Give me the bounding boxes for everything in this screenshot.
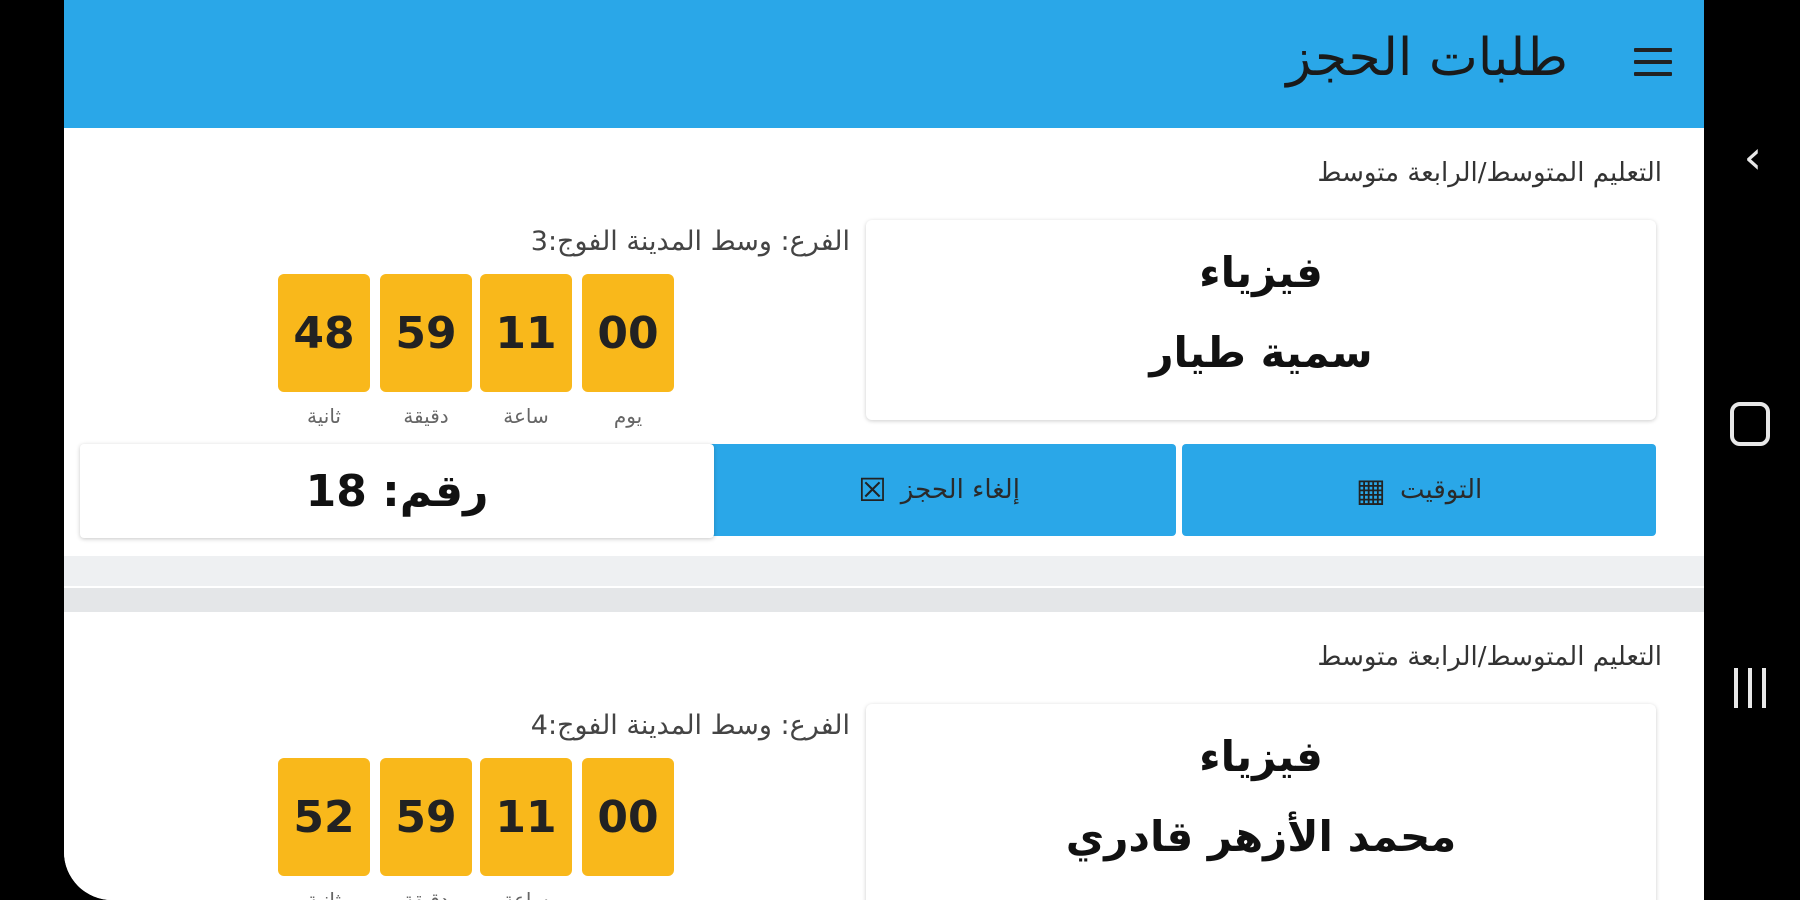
countdown-seconds: 52 ثانية (278, 758, 370, 900)
booking-list[interactable]: التعليم المتوسط/الرابعة متوسط فيزياء سمي… (64, 132, 1704, 900)
countdown-value: 48 (278, 274, 370, 392)
countdown-value: 59 (380, 758, 472, 876)
countdown-label: دقيقة (403, 888, 449, 900)
countdown-label: دقيقة (403, 404, 449, 428)
countdown-value: 00 (582, 758, 674, 876)
subject-name: فيزياء (1199, 248, 1323, 297)
system-nav-bar: ‹ (1704, 0, 1800, 900)
level-label: التعليم المتوسط/الرابعة متوسط (1317, 642, 1662, 672)
countdown-value: 59 (380, 274, 472, 392)
countdown-timer: 52 ثانية 59 دقيقة 11 ساعة 00 يوم (278, 758, 678, 900)
teacher-name: محمد الأزهر قادري (1065, 812, 1457, 861)
card-footer (64, 556, 1704, 586)
level-label: التعليم المتوسط/الرابعة متوسط (1317, 158, 1662, 188)
booking-number: رقم: 18 (80, 444, 714, 538)
subject-card[interactable]: فيزياء سمية طيار (866, 220, 1656, 420)
booking-card: التعليم المتوسط/الرابعة متوسط فيزياء محم… (64, 616, 1684, 900)
countdown-timer: 48 ثانية 59 دقيقة 11 ساعة 00 يوم (278, 274, 678, 434)
countdown-hours: 11 ساعة (480, 274, 572, 428)
countdown-label: ساعة (503, 404, 549, 428)
divider (64, 588, 1704, 612)
countdown-label: ثانية (307, 888, 341, 900)
branch-group-label: الفرع: وسط المدينة الفوج:4 (530, 710, 850, 741)
subject-card[interactable]: فيزياء محمد الأزهر قادري (866, 704, 1656, 900)
app-bar: طلبات الحجز (64, 0, 1704, 128)
cancel-label: إلغاء الحجز (900, 475, 1020, 505)
teacher-name: سمية طيار (1149, 328, 1373, 377)
calendar-icon: ▦ (1355, 471, 1386, 509)
app-screen: طلبات الحجز التعليم المتوسط/الرابعة متوس… (64, 0, 1704, 900)
countdown-seconds: 48 ثانية (278, 274, 370, 428)
recent-apps-icon[interactable] (1734, 668, 1770, 708)
home-icon[interactable] (1730, 402, 1770, 446)
countdown-hours: 11 ساعة (480, 758, 572, 900)
countdown-label: ساعة (503, 888, 549, 900)
branch-group-label: الفرع: وسط المدينة الفوج:3 (530, 226, 850, 257)
schedule-label: التوقيت (1400, 475, 1483, 505)
hamburger-menu-icon[interactable] (1634, 48, 1672, 78)
countdown-minutes: 59 دقيقة (380, 274, 472, 428)
countdown-label: يوم (613, 404, 643, 428)
countdown-label: ثانية (307, 404, 341, 428)
cancel-booking-button[interactable]: إلغاء الحجز ☒ (702, 444, 1176, 536)
countdown-label: يوم (613, 888, 643, 900)
countdown-value: 00 (582, 274, 674, 392)
close-box-icon: ☒ (858, 471, 887, 509)
countdown-minutes: 59 دقيقة (380, 758, 472, 900)
page-title: طلبات الحجز (1286, 28, 1568, 88)
countdown-value: 11 (480, 274, 572, 392)
countdown-value: 52 (278, 758, 370, 876)
countdown-days: 00 يوم (582, 758, 674, 900)
subject-name: فيزياء (1199, 732, 1323, 781)
chevron-left-icon[interactable]: ‹ (1744, 130, 1762, 184)
booking-card: التعليم المتوسط/الرابعة متوسط فيزياء سمي… (64, 132, 1704, 612)
countdown-days: 00 يوم (582, 274, 674, 428)
countdown-value: 11 (480, 758, 572, 876)
schedule-button[interactable]: التوقيت ▦ (1182, 444, 1656, 536)
